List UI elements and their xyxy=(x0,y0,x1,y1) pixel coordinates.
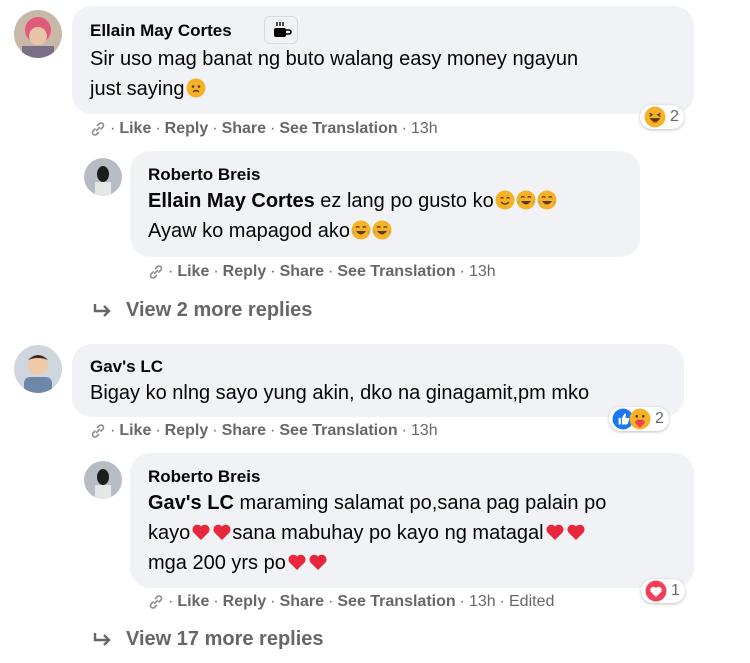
comment-text: Sir uso mag banat ng buto walang easy mo… xyxy=(90,48,579,100)
tears-of-joy-icon xyxy=(516,190,536,210)
comment-actions: · Like · Reply · Share · See Translation… xyxy=(148,263,496,281)
share-button[interactable]: Share xyxy=(222,120,266,138)
share-button[interactable]: Share xyxy=(280,263,324,281)
red-heart-icon xyxy=(191,522,211,542)
red-heart-icon xyxy=(545,522,565,542)
timestamp[interactable]: 13h xyxy=(469,593,496,611)
comment-bubble: Gav's LC Bigay ko nlng sayo yung akin, d… xyxy=(72,344,684,417)
reply-button[interactable]: Reply xyxy=(223,263,267,281)
red-heart-icon xyxy=(566,522,586,542)
edited-label[interactable]: Edited xyxy=(509,593,554,611)
see-translation-button[interactable]: See Translation xyxy=(337,593,455,611)
comment-text: Gav's LC maraming salamat po,sana pag pa… xyxy=(148,492,607,574)
smiling-face-icon xyxy=(495,190,515,210)
timestamp[interactable]: 13h xyxy=(411,422,438,440)
comment-text: Ellain May Cortes ez lang po gusto ko Ay… xyxy=(148,186,628,246)
avatar[interactable] xyxy=(14,345,62,393)
reaction-summary[interactable]: 1 xyxy=(641,579,685,603)
like-button[interactable]: Like xyxy=(119,422,151,440)
red-heart-icon xyxy=(212,522,232,542)
haha-reaction-icon xyxy=(644,106,666,128)
reaction-count: 2 xyxy=(670,108,679,125)
link-icon xyxy=(148,594,164,610)
comment-text: Bigay ko nlng sayo yung akin, dko na gin… xyxy=(90,382,590,404)
avatar[interactable] xyxy=(84,461,122,499)
red-heart-icon xyxy=(308,552,328,572)
link-icon xyxy=(90,423,106,439)
avatar[interactable] xyxy=(84,158,122,196)
like-button[interactable]: Like xyxy=(177,593,209,611)
reaction-count: 1 xyxy=(671,582,680,599)
comment-author[interactable]: Ellain May Cortes xyxy=(90,21,232,41)
love-reaction-icon xyxy=(645,580,667,602)
comment-actions: · Like · Reply · Share · See Translation… xyxy=(90,422,438,440)
timestamp[interactable]: 13h xyxy=(469,263,496,281)
coffee-badge-icon xyxy=(264,16,298,44)
reply-button[interactable]: Reply xyxy=(165,120,209,138)
like-button[interactable]: Like xyxy=(119,120,151,138)
share-button[interactable]: Share xyxy=(280,593,324,611)
comment-bubble: Ellain May Cortes Sir uso mag banat ng b… xyxy=(72,6,694,114)
comment-actions: · Like · Reply · Share · See Translation… xyxy=(90,120,438,138)
reply-arrow-icon xyxy=(93,632,111,646)
comment-author[interactable]: Roberto Breis xyxy=(148,165,260,185)
view-more-label: View 17 more replies xyxy=(126,628,324,650)
timestamp[interactable]: 13h xyxy=(411,120,438,138)
view-more-label: View 2 more replies xyxy=(126,299,313,321)
avatar[interactable] xyxy=(14,10,62,58)
link-icon xyxy=(148,264,164,280)
reply-button[interactable]: Reply xyxy=(165,422,209,440)
worried-face-icon xyxy=(186,78,206,98)
mention-link[interactable]: Gav's LC xyxy=(148,492,234,514)
tears-of-joy-icon xyxy=(351,220,371,240)
link-icon xyxy=(90,121,106,137)
tears-of-joy-icon xyxy=(537,190,557,210)
reaction-summary[interactable]: 2 xyxy=(609,407,669,431)
view-more-replies-button[interactable]: View 17 more replies xyxy=(92,628,324,651)
tears-of-joy-icon xyxy=(372,220,392,240)
view-more-replies-button[interactable]: View 2 more replies xyxy=(92,299,312,322)
comment-author[interactable]: Gav's LC xyxy=(90,357,163,377)
see-translation-button[interactable]: See Translation xyxy=(337,263,455,281)
reaction-count: 2 xyxy=(655,410,664,427)
care-reaction-icon xyxy=(629,408,651,430)
like-button[interactable]: Like xyxy=(177,263,209,281)
reply-button[interactable]: Reply xyxy=(223,593,267,611)
mention-link[interactable]: Ellain May Cortes xyxy=(148,190,315,212)
reply-arrow-icon xyxy=(93,303,111,317)
comment-actions: · Like · Reply · Share · See Translation… xyxy=(148,593,554,611)
comment-bubble: Roberto Breis Ellain May Cortes ez lang … xyxy=(130,151,640,257)
comment-author[interactable]: Roberto Breis xyxy=(148,467,260,487)
reaction-summary[interactable]: 2 xyxy=(640,105,684,129)
comment-bubble: Roberto Breis Gav's LC maraming salamat … xyxy=(130,453,694,588)
see-translation-button[interactable]: See Translation xyxy=(279,422,397,440)
see-translation-button[interactable]: See Translation xyxy=(279,120,397,138)
share-button[interactable]: Share xyxy=(222,422,266,440)
red-heart-icon xyxy=(287,552,307,572)
